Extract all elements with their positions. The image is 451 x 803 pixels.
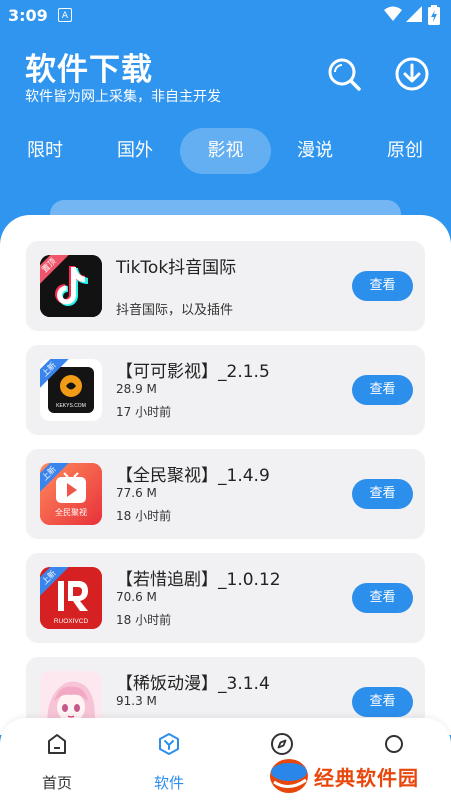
list-item[interactable]: 置顶 TikTok抖音国际 抖音国际，以及插件 查看 <box>26 241 425 331</box>
nav-software-label: 软件 <box>153 774 184 792</box>
app-name: TikTok抖音国际 <box>116 258 237 278</box>
quanmin-icon-text: 全民聚视 <box>55 507 87 517</box>
tab-foreign[interactable]: 国外 <box>112 128 158 174</box>
download-icon[interactable] <box>394 56 430 92</box>
app-list: 置顶 TikTok抖音国际 抖音国际，以及插件 查看 KEKYS.COM 上新 … <box>0 215 451 735</box>
watermark: 经典软件园 <box>268 752 448 796</box>
list-item[interactable]: 全民聚视 上新 【全民聚视】_1.4.9 77.6 M 18 小时前 查看 <box>26 449 425 539</box>
page-title: 软件下载 <box>25 52 153 88</box>
search-icon[interactable] <box>326 56 362 92</box>
quanmin-icon: 全民聚视 上新 <box>40 463 102 525</box>
wifi-icon <box>384 6 402 21</box>
list-item[interactable]: RUOXIVCD 上新 【若惜追剧】_1.0.12 70.6 M 18 小时前 … <box>26 553 425 643</box>
view-button[interactable]: 查看 <box>352 583 413 613</box>
app-size: 77.6 M <box>116 486 157 500</box>
battery-icon <box>428 5 440 25</box>
tab-limited[interactable]: 限时 <box>22 128 68 174</box>
app-name: 【全民聚视】_1.4.9 <box>116 466 270 486</box>
tiktok-icon: 置顶 <box>40 255 102 317</box>
app-size: 28.9 M <box>116 382 157 396</box>
keke-icon-text: KEKYS.COM <box>56 403 86 409</box>
app-updated: 18 小时前 <box>116 613 172 627</box>
watermark-text: 经典软件园 <box>314 766 419 790</box>
view-button[interactable]: 查看 <box>352 479 413 509</box>
list-item[interactable]: KEKYS.COM 上新 【可可影视】_2.1.5 28.9 M 17 小时前 … <box>26 345 425 435</box>
app-updated: 17 小时前 <box>116 405 172 419</box>
status-bar: 3:09 A <box>0 0 451 30</box>
app-name: 【可可影视】_2.1.5 <box>116 362 270 382</box>
view-button[interactable]: 查看 <box>352 271 413 301</box>
signal-icon <box>406 6 422 22</box>
category-tabs: 限时 国外 影视 漫说 原创 <box>0 128 451 178</box>
page-subtitle: 软件皆为网上采集，非自主开发 <box>25 89 221 105</box>
software-icon <box>159 733 179 755</box>
view-button[interactable]: 查看 <box>352 375 413 405</box>
app-description: 抖音国际，以及插件 <box>116 303 234 318</box>
app-size: 70.6 M <box>116 590 157 604</box>
tab-comics[interactable]: 漫说 <box>292 128 338 174</box>
ruoxi-icon: RUOXIVCD 上新 <box>40 567 102 629</box>
keke-icon: KEKYS.COM 上新 <box>40 359 102 421</box>
app-size: 91.3 M <box>116 694 157 708</box>
watermark-logo-icon <box>270 759 308 793</box>
app-updated: 18 小时前 <box>116 509 172 523</box>
status-time: 3:09 <box>8 6 48 25</box>
ruoxi-icon-text: RUOXIVCD <box>54 618 89 625</box>
nav-home-label: 首页 <box>41 774 72 792</box>
view-button[interactable]: 查看 <box>352 687 413 717</box>
home-icon <box>48 734 66 754</box>
app-name: 【若惜追剧】_1.0.12 <box>116 570 281 590</box>
tab-video[interactable]: 影视 <box>180 128 271 174</box>
header-background <box>0 0 451 230</box>
tab-original[interactable]: 原创 <box>382 128 428 174</box>
notification-icon: A <box>58 8 72 22</box>
app-name: 【稀饭动漫】_3.1.4 <box>116 674 270 694</box>
